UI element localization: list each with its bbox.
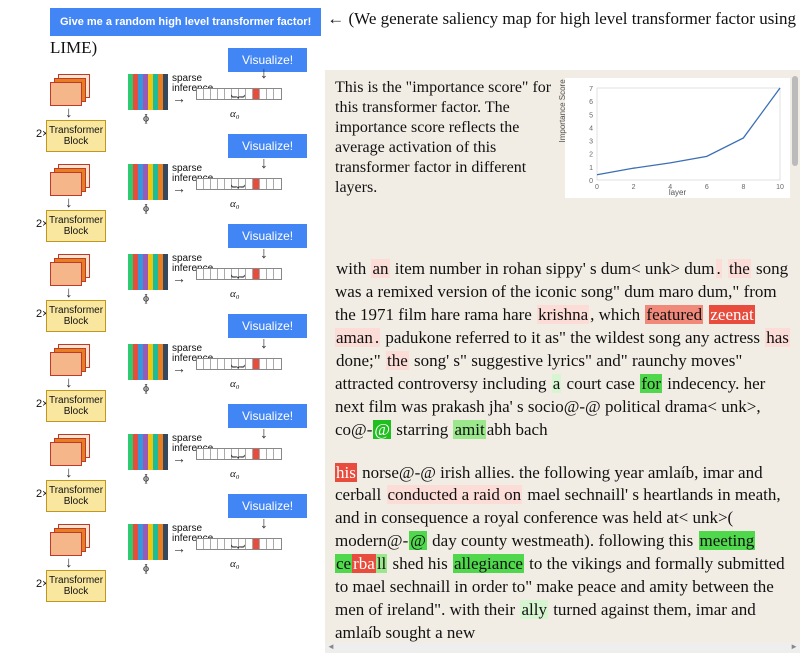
svg-text:0: 0	[589, 178, 593, 185]
phi-label: ɸ	[143, 292, 149, 304]
token	[755, 305, 757, 324]
arrow-right-icon: →	[172, 542, 186, 558]
token: ll	[376, 554, 387, 573]
importance-description: This is the "importance score" for this …	[335, 78, 555, 198]
token: amit	[453, 420, 485, 439]
token: .	[716, 259, 722, 278]
arrow-down-icon: ↓	[260, 515, 268, 533]
svg-text:1: 1	[589, 165, 593, 172]
vertical-scrollbar[interactable]	[792, 76, 798, 166]
token	[755, 531, 757, 550]
header-note: ← (We generate saliency map for high lev…	[327, 8, 800, 30]
importance-score-chart: Importance Score layer 012345670246810	[565, 78, 790, 198]
transformer-stage: Visualize! ↓ ↓ 2× TransformerBlock ɸ spa…	[50, 520, 325, 610]
svg-text:5: 5	[589, 112, 593, 119]
token: for	[640, 374, 662, 393]
alpha-label: α₀	[230, 108, 240, 120]
arrow-right-icon: →	[172, 272, 186, 288]
svg-text:2: 2	[589, 152, 593, 159]
saliency-passage-2: his norse@-@ irish allies. the following…	[335, 462, 790, 646]
token: the	[386, 351, 409, 370]
horizontal-scrollbar[interactable]	[325, 643, 800, 653]
phi-label: ɸ	[143, 382, 149, 394]
token: zeenat	[709, 305, 754, 324]
svg-text:6: 6	[589, 99, 593, 106]
transformer-block: TransformerBlock	[46, 480, 106, 512]
alpha-label: α₀	[230, 378, 240, 390]
svg-text:10: 10	[776, 184, 784, 191]
token: has	[765, 328, 790, 347]
transformer-block: TransformerBlock	[46, 300, 106, 332]
token: allegiance	[453, 554, 524, 573]
alpha-label: α₀	[230, 558, 240, 570]
header-note-line2: LIME)	[0, 38, 800, 58]
random-factor-button[interactable]: Give me a random high level transformer …	[50, 8, 321, 36]
alpha-label: α₀	[230, 288, 240, 300]
alpha-label: α₀	[230, 468, 240, 480]
token: ally	[520, 600, 548, 619]
arrow-down-icon: ↓	[260, 245, 268, 263]
arrow-right-icon: →	[172, 92, 186, 108]
transformer-block: TransformerBlock	[46, 120, 106, 152]
token: the	[728, 259, 751, 278]
dense-dictionary	[128, 74, 168, 110]
token: ce	[335, 554, 352, 573]
token: featured	[645, 305, 703, 324]
token: court case	[561, 374, 640, 393]
svg-text:6: 6	[705, 184, 709, 191]
dense-dictionary	[128, 164, 168, 200]
token: @	[409, 531, 427, 550]
token: meeting	[699, 531, 756, 550]
phi-label: ɸ	[143, 202, 149, 214]
token: abh bach	[486, 420, 549, 439]
svg-text:8: 8	[741, 184, 745, 191]
token: padukone referred to it as" the wildest …	[380, 328, 765, 347]
phi-label: ɸ	[143, 112, 149, 124]
token: with	[335, 259, 371, 278]
token: day county westmeath). following this	[427, 531, 699, 550]
token: starring	[391, 420, 453, 439]
token: rba	[352, 554, 376, 573]
svg-text:2: 2	[632, 184, 636, 191]
arrow-right-icon: →	[172, 452, 186, 468]
saliency-passage-1: with an item number in rohan sippy' s du…	[335, 258, 790, 442]
svg-text:0: 0	[595, 184, 599, 191]
svg-text:3: 3	[589, 139, 593, 146]
dense-dictionary	[128, 524, 168, 560]
arrow-right-icon: →	[172, 182, 186, 198]
arrow-down-icon: ↓	[260, 155, 268, 173]
token: a	[552, 374, 562, 393]
token: , which	[589, 305, 645, 324]
token: his	[335, 463, 357, 482]
svg-text:4: 4	[589, 125, 593, 132]
arrow-down-icon: ↓	[260, 335, 268, 353]
dense-dictionary	[128, 434, 168, 470]
token: aman	[335, 328, 374, 347]
token: item number in rohan sippy' s dum< unk> …	[390, 259, 716, 278]
transformer-block: TransformerBlock	[46, 390, 106, 422]
token: shed his	[387, 554, 453, 573]
svg-text:4: 4	[668, 184, 672, 191]
token: an	[371, 259, 389, 278]
alpha-label: α₀	[230, 198, 240, 210]
dense-dictionary	[128, 254, 168, 290]
token: done;"	[335, 351, 386, 370]
token: @	[373, 420, 391, 439]
svg-text:7: 7	[589, 86, 593, 93]
arrow-right-icon: →	[172, 362, 186, 378]
arrow-down-icon: ↓	[260, 425, 268, 443]
token: conducted a raid on	[387, 485, 523, 504]
architecture-column: Visualize! ↓ ↓ 2× TransformerBlock ɸ spa…	[0, 70, 325, 610]
token: krishna	[537, 305, 589, 324]
transformer-block: TransformerBlock	[46, 210, 106, 242]
transformer-block: TransformerBlock	[46, 570, 106, 602]
results-panel: This is the "importance score" for this …	[325, 70, 800, 653]
phi-label: ɸ	[143, 472, 149, 484]
phi-label: ɸ	[143, 562, 149, 574]
arrow-down-icon: ↓	[260, 65, 268, 83]
dense-dictionary	[128, 344, 168, 380]
